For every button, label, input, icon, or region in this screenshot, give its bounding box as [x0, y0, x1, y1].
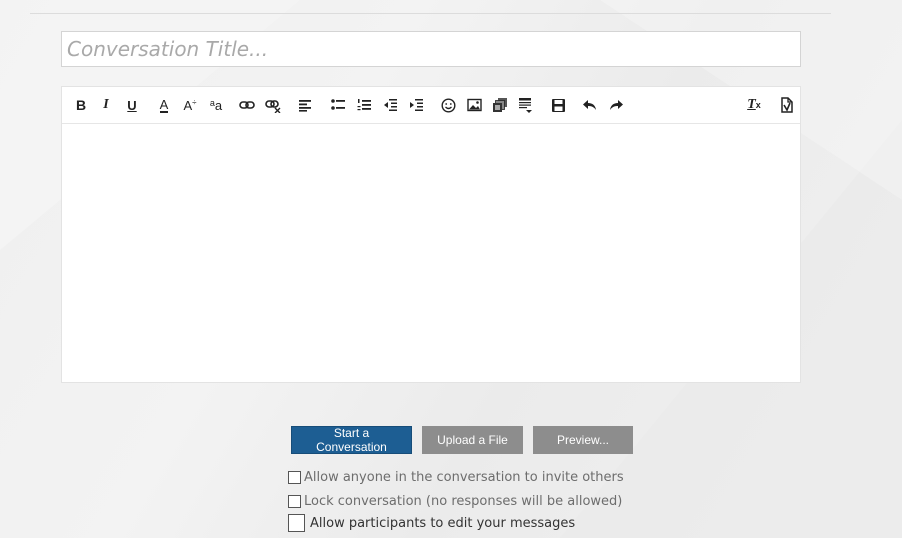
start-conversation-button[interactable]: Start a Conversation: [291, 426, 412, 454]
font-size-icon: A÷: [183, 97, 197, 113]
underline-icon: U: [127, 97, 137, 113]
image-button[interactable]: [464, 95, 484, 115]
font-family-button[interactable]: aa: [206, 95, 226, 115]
outdent-icon: [383, 99, 397, 111]
preview-button[interactable]: Preview...: [533, 426, 633, 454]
bold-button[interactable]: B: [71, 95, 91, 115]
save-icon: [551, 98, 565, 112]
bullet-list-button[interactable]: [328, 95, 348, 115]
media-icon: [493, 98, 507, 112]
editor-toolbar: B I U A A÷ aa Tx: [62, 87, 800, 124]
link-icon: [239, 101, 255, 109]
lock-conversation-checkbox[interactable]: [288, 495, 301, 508]
insert-menu-icon: [519, 98, 532, 113]
save-draft-button[interactable]: [548, 95, 568, 115]
link-button[interactable]: [237, 95, 257, 115]
toggle-bbcode-icon: [780, 97, 793, 113]
allow-invite-option[interactable]: Allow anyone in the conversation to invi…: [288, 470, 624, 485]
smiley-icon: [440, 97, 456, 113]
text-color-icon: A: [159, 96, 169, 113]
toggle-bbcode-button[interactable]: [776, 95, 796, 115]
image-icon: [466, 98, 482, 112]
lock-conversation-option[interactable]: Lock conversation (no responses will be …: [288, 494, 622, 509]
outdent-button[interactable]: [380, 95, 400, 115]
underline-button[interactable]: U: [122, 95, 142, 115]
unlink-icon: [265, 100, 281, 113]
text-color-button[interactable]: A: [154, 95, 174, 115]
allow-invite-label: Allow anyone in the conversation to invi…: [304, 470, 624, 485]
redo-icon: [610, 100, 623, 110]
remove-format-button[interactable]: Tx: [744, 95, 764, 115]
align-left-icon: [299, 100, 311, 112]
bold-icon: B: [75, 97, 87, 113]
allow-edit-option[interactable]: Allow participants to edit your messages: [288, 514, 575, 532]
allow-invite-checkbox[interactable]: [288, 471, 301, 484]
indent-button[interactable]: [406, 95, 426, 115]
top-divider: [30, 13, 831, 14]
italic-button[interactable]: I: [96, 95, 116, 115]
upload-file-button[interactable]: Upload a File: [422, 426, 523, 454]
undo-button[interactable]: [580, 95, 600, 115]
smilie-button[interactable]: [438, 95, 458, 115]
allow-edit-checkbox[interactable]: [288, 514, 305, 532]
undo-icon: [583, 100, 596, 110]
message-editor: B I U A A÷ aa Tx: [61, 86, 801, 383]
insert-button[interactable]: [516, 95, 536, 115]
font-size-button[interactable]: A÷: [180, 95, 200, 115]
align-left-button[interactable]: [295, 95, 315, 115]
redo-button[interactable]: [606, 95, 626, 115]
numbered-list-button[interactable]: [354, 95, 374, 115]
indent-icon: [409, 99, 423, 111]
allow-edit-label: Allow participants to edit your messages: [310, 515, 576, 531]
conversation-title-input[interactable]: [61, 31, 801, 67]
editor-content-area[interactable]: [62, 124, 800, 382]
media-button[interactable]: [490, 95, 510, 115]
remove-format-icon: Tx: [747, 97, 761, 112]
numbered-list-icon: [357, 99, 371, 111]
font-family-icon: aa: [209, 97, 223, 113]
unlink-button[interactable]: [263, 95, 283, 115]
italic-icon: I: [103, 97, 109, 112]
bullet-list-icon: [330, 99, 345, 110]
lock-conversation-label: Lock conversation (no responses will be …: [304, 494, 623, 509]
